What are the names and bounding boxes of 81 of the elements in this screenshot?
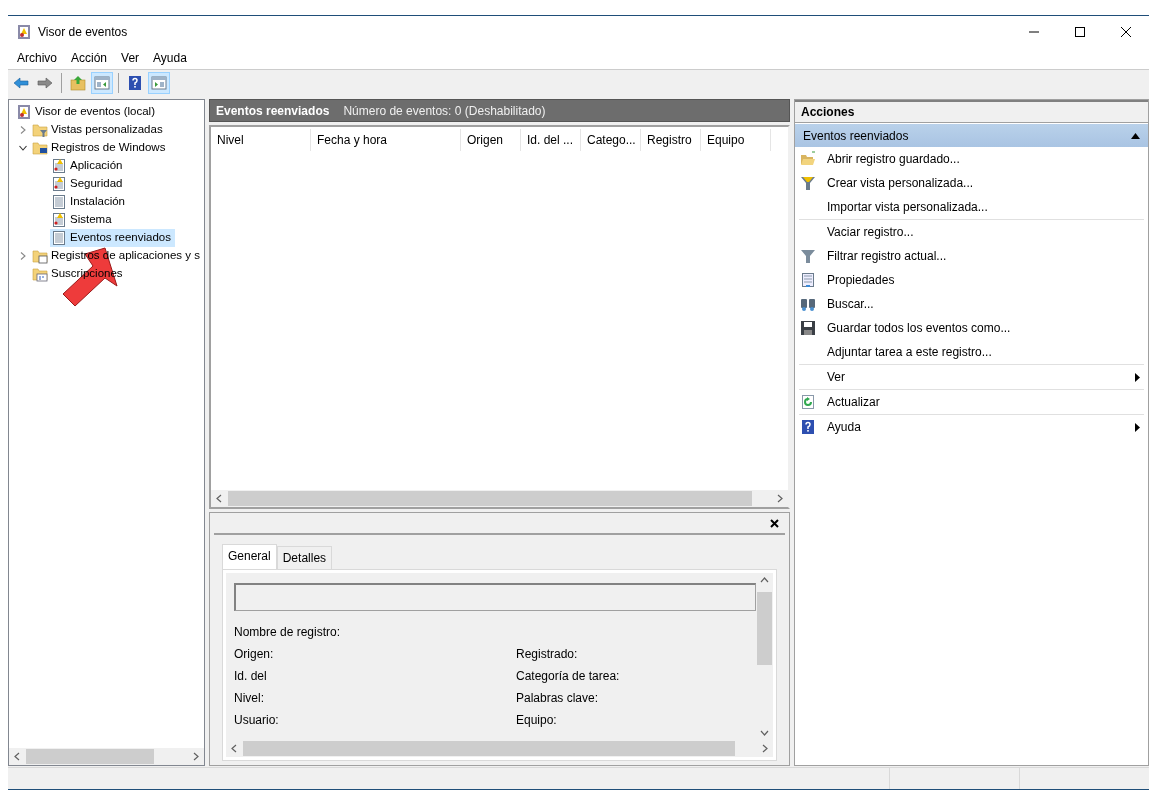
forward-arrow-icon [37, 75, 53, 91]
menu-item[interactable]: Acción [64, 49, 115, 67]
column-header[interactable]: Id. del ... [521, 129, 581, 151]
binoculars-icon [800, 296, 816, 312]
tree-item[interactable]: Sistema [50, 211, 116, 229]
action-item[interactable]: Ayuda [795, 415, 1148, 439]
menu-item[interactable]: Archivo [10, 49, 64, 67]
log-warning-icon [51, 176, 67, 192]
refresh-icon [800, 394, 816, 410]
field-label: Palabras clave: [516, 690, 600, 707]
horizontal-scrollbar[interactable] [226, 740, 773, 757]
back-arrow-icon [13, 75, 29, 91]
list-title: Eventos reenviados [216, 102, 330, 120]
panel-left-icon [94, 75, 110, 91]
tree-item[interactable]: Vistas personalizadas [31, 121, 167, 139]
tree-item[interactable]: Registros de Windows [31, 139, 170, 157]
panel-title: Acciones [795, 100, 1148, 123]
tree-item[interactable]: Seguridad [50, 175, 127, 193]
folder-screen-icon [32, 140, 48, 156]
menu-item[interactable]: Ayuda [146, 49, 194, 67]
tab[interactable]: Detalles [276, 546, 333, 569]
folder-calendar-icon [32, 266, 48, 282]
action-item[interactable]: Ver [795, 365, 1148, 389]
field-label: Nombre de registro: [234, 624, 342, 641]
expand-chevron-icon[interactable] [19, 252, 27, 260]
help-icon [800, 419, 816, 435]
action-item[interactable]: Propiedades [795, 268, 1148, 292]
event-viewer-icon [16, 24, 32, 41]
close-icon [770, 518, 779, 528]
field-label: Usuario: [234, 712, 280, 729]
field-label: Categoría de tarea: [516, 668, 620, 685]
tree-item[interactable]: Visor de eventos (local) [15, 103, 159, 121]
column-header[interactable]: Fecha y hora [311, 129, 461, 151]
folder-window-icon [32, 248, 48, 264]
tab[interactable]: General [222, 544, 277, 569]
collapse-chevron-icon[interactable] [19, 144, 27, 152]
close-icon [1121, 26, 1131, 37]
section-header[interactable]: Eventos reenviados [795, 124, 1148, 147]
action-item[interactable]: Buscar... [795, 292, 1148, 316]
action-item[interactable]: Importar vista personalizada... [795, 195, 1148, 219]
event-count-text: Número de eventos: 0 (Deshabilitado) [343, 102, 546, 120]
tree-item[interactable]: Eventos reenviados [50, 229, 175, 247]
funnel-icon [800, 248, 816, 264]
folder-up-icon [70, 75, 86, 91]
tree-item[interactable]: Instalación [50, 193, 129, 211]
field-label: Id. del [234, 668, 268, 685]
description-field[interactable] [234, 583, 756, 611]
expand-chevron-icon[interactable] [19, 126, 27, 134]
field-label: Registrado: [516, 646, 579, 663]
horizontal-scrollbar[interactable] [9, 748, 204, 765]
field-label: Equipo: [516, 712, 558, 729]
event-viewer-icon [16, 104, 32, 120]
section-title: Eventos reenviados [803, 127, 909, 145]
action-item[interactable]: Guardar todos los eventos como... [795, 316, 1148, 340]
column-header[interactable]: Origen [461, 129, 521, 151]
log-icon [51, 230, 67, 246]
action-item[interactable]: Filtrar registro actual... [795, 244, 1148, 268]
horizontal-scrollbar[interactable] [211, 490, 788, 507]
log-warning-icon [51, 158, 67, 174]
column-header[interactable]: Equipo [701, 129, 771, 151]
action-item[interactable]: Adjuntar tarea a este registro... [795, 340, 1148, 364]
window-title: Visor de eventos [38, 23, 128, 41]
folder-funnel-icon [32, 122, 48, 138]
column-header[interactable]: Nivel [211, 129, 311, 151]
log-icon [51, 194, 67, 210]
tree-item[interactable]: Aplicación [50, 157, 127, 175]
action-item[interactable]: Abrir registro guardado... [795, 147, 1148, 171]
field-label: Origen: [234, 646, 275, 663]
action-item[interactable]: Crear vista personalizada... [795, 171, 1148, 195]
field-label: Nivel: [234, 690, 265, 707]
maximize-icon [1075, 26, 1085, 37]
action-item[interactable]: Vaciar registro... [795, 220, 1148, 244]
menu-item[interactable]: Ver [114, 49, 147, 67]
column-header[interactable]: Registro [641, 129, 701, 151]
help-icon [127, 75, 143, 91]
panel-right-icon [151, 75, 167, 91]
column-header[interactable]: Catego... [581, 129, 641, 151]
log-warning-icon [51, 212, 67, 228]
open-folder-icon [800, 151, 816, 167]
action-item[interactable]: Actualizar [795, 390, 1148, 414]
properties-icon [800, 272, 816, 288]
